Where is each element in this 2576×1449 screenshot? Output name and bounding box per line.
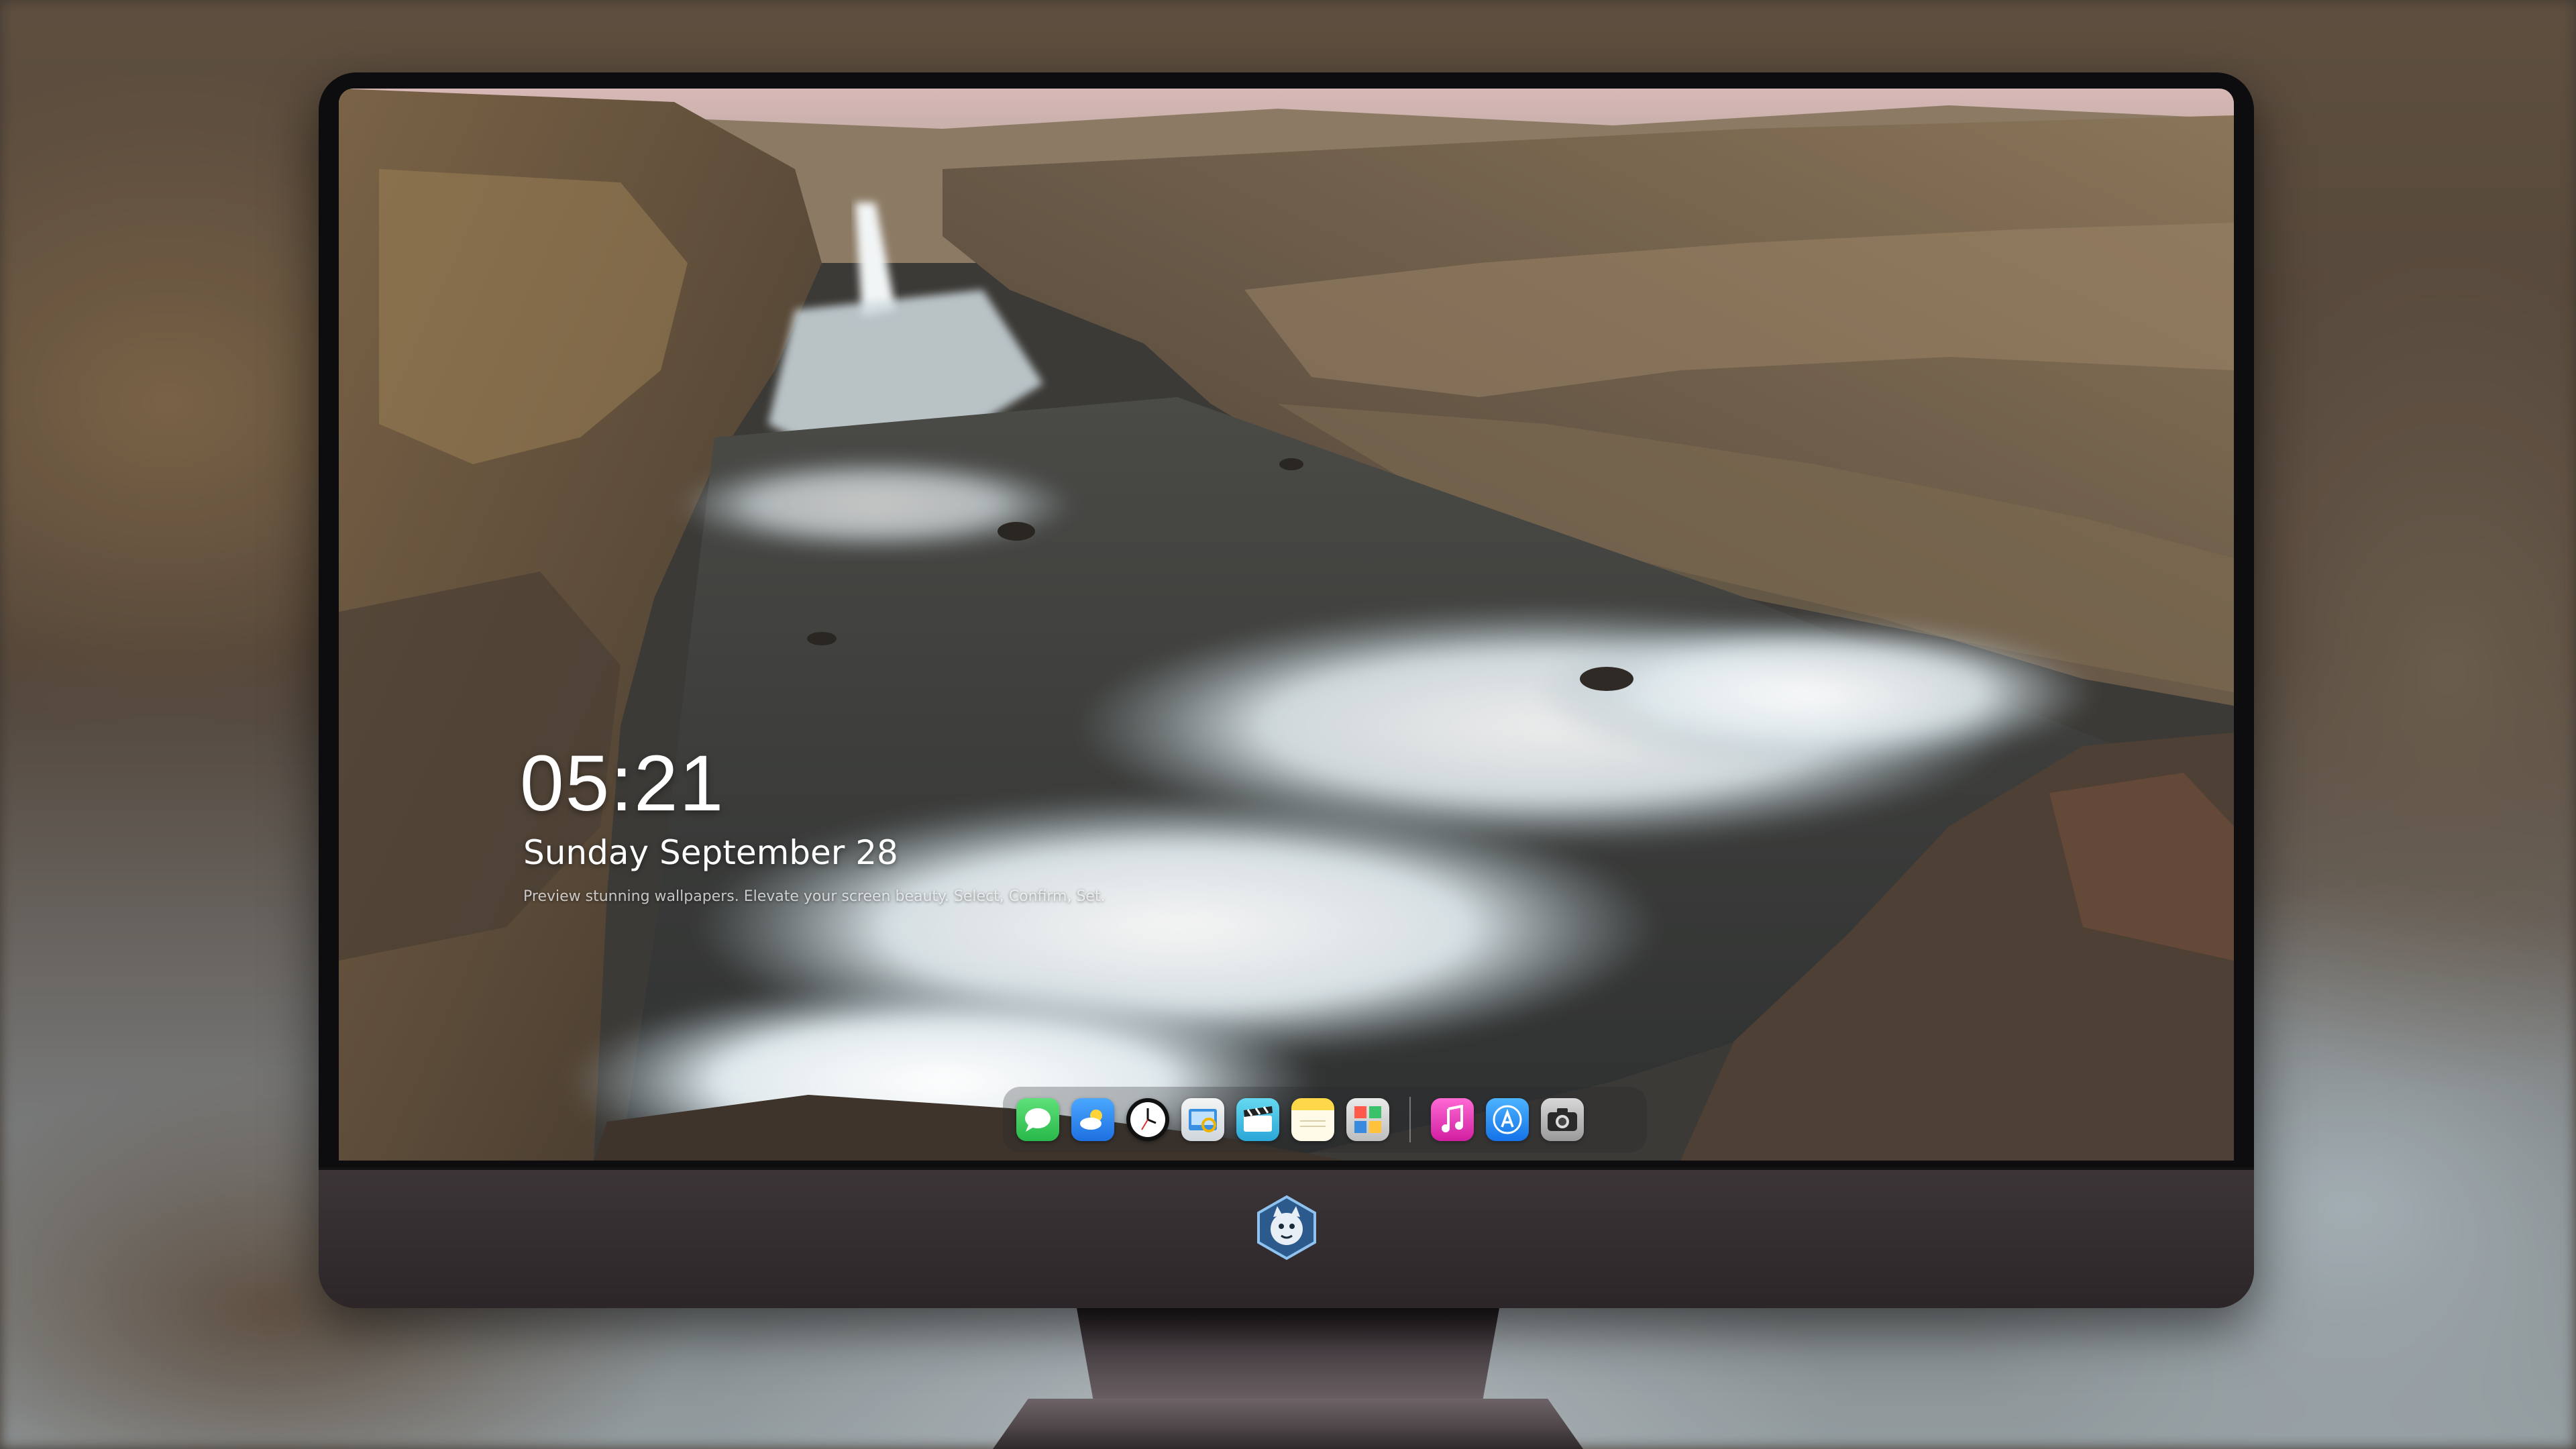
screen[interactable]: 05:21 Sunday September 28 Preview stunni… [339, 89, 2234, 1161]
wallpaper-waterfall-canyon [339, 89, 2234, 1161]
lock-screen-time: 05:21 [520, 739, 725, 828]
clock-app-icon[interactable] [1126, 1098, 1169, 1141]
monitor: 05:21 Sunday September 28 Preview stunni… [319, 72, 2254, 1308]
dock [1003, 1087, 1647, 1152]
mascot-logo-icon [1256, 1195, 1316, 1260]
weather-app-icon[interactable] [1071, 1098, 1114, 1141]
lock-screen-tagline: Preview stunning wallpapers. Elevate you… [523, 888, 1106, 905]
photo-booth-app-icon[interactable] [1346, 1098, 1389, 1141]
messages-app-icon[interactable] [1016, 1098, 1059, 1141]
music-app-icon[interactable] [1431, 1098, 1474, 1141]
monitor-stand-base [993, 1399, 1583, 1449]
dock-separator [1409, 1097, 1411, 1142]
notes-app-icon[interactable] [1291, 1098, 1334, 1141]
monitor-stand-neck [1077, 1308, 1499, 1402]
lock-screen-date: Sunday September 28 [523, 833, 898, 872]
chin-divider [319, 1167, 2254, 1170]
clips-app-icon[interactable] [1236, 1098, 1279, 1141]
preview-app-icon[interactable] [1181, 1098, 1224, 1141]
camera-app-icon[interactable] [1541, 1098, 1584, 1141]
app-store-icon[interactable] [1486, 1098, 1529, 1141]
